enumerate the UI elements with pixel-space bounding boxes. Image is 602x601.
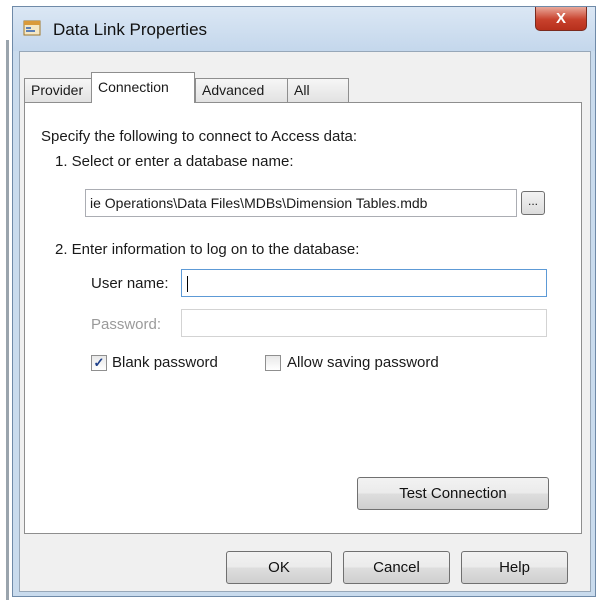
blank-password-checkbox[interactable]: ✓ [91,355,107,371]
text-caret [187,276,188,292]
tab-advanced[interactable]: Advanced [195,78,288,102]
username-input[interactable] [181,269,547,297]
test-connection-label: Test Connection [399,485,507,502]
database-name-input[interactable]: ie Operations\Data Files\MDBs\Dimension … [85,189,517,217]
tab-all[interactable]: All [287,78,349,102]
blank-password-label: Blank password [112,354,218,371]
dialog-window: Data Link Properties X Provider Connecti… [12,6,596,597]
help-label: Help [499,559,530,576]
tab-label: All [294,82,310,98]
intro-text: Specify the following to connect to Acce… [41,128,358,145]
username-label: User name: [91,275,169,292]
cancel-button[interactable]: Cancel [343,551,450,584]
background-edge [6,40,9,600]
checkmark-icon: ✓ [93,355,105,370]
close-icon: X [555,10,566,27]
database-name-value: ie Operations\Data Files\MDBs\Dimension … [90,195,428,211]
title-bar: Data Link Properties X [13,7,595,51]
data-link-icon [23,20,41,36]
connection-panel: Specify the following to connect to Acce… [24,102,582,534]
step2-label: 2. Enter information to log on to the da… [55,241,360,258]
tab-label: Advanced [202,82,265,98]
dialog-client: Provider Connection Advanced All Specify… [19,51,591,592]
help-button[interactable]: Help [461,551,568,584]
password-input[interactable] [181,309,547,337]
window-title: Data Link Properties [53,20,208,39]
tab-label: Connection [98,79,169,95]
browse-button[interactable]: ... [521,191,545,215]
allow-saving-password-checkbox[interactable] [265,355,281,371]
password-label: Password: [91,316,162,333]
ok-button[interactable]: OK [226,551,332,584]
tab-label: Provider [31,82,84,98]
tab-connection[interactable]: Connection [91,72,195,103]
step1-label: 1. Select or enter a database name: [55,153,294,170]
tab-provider[interactable]: Provider [24,78,92,102]
allow-saving-password-label: Allow saving password [287,354,439,371]
close-button[interactable]: X [535,7,587,31]
cancel-label: Cancel [373,559,420,576]
test-connection-button[interactable]: Test Connection [357,477,549,510]
ok-label: OK [268,559,290,576]
browse-icon: ... [527,194,538,208]
